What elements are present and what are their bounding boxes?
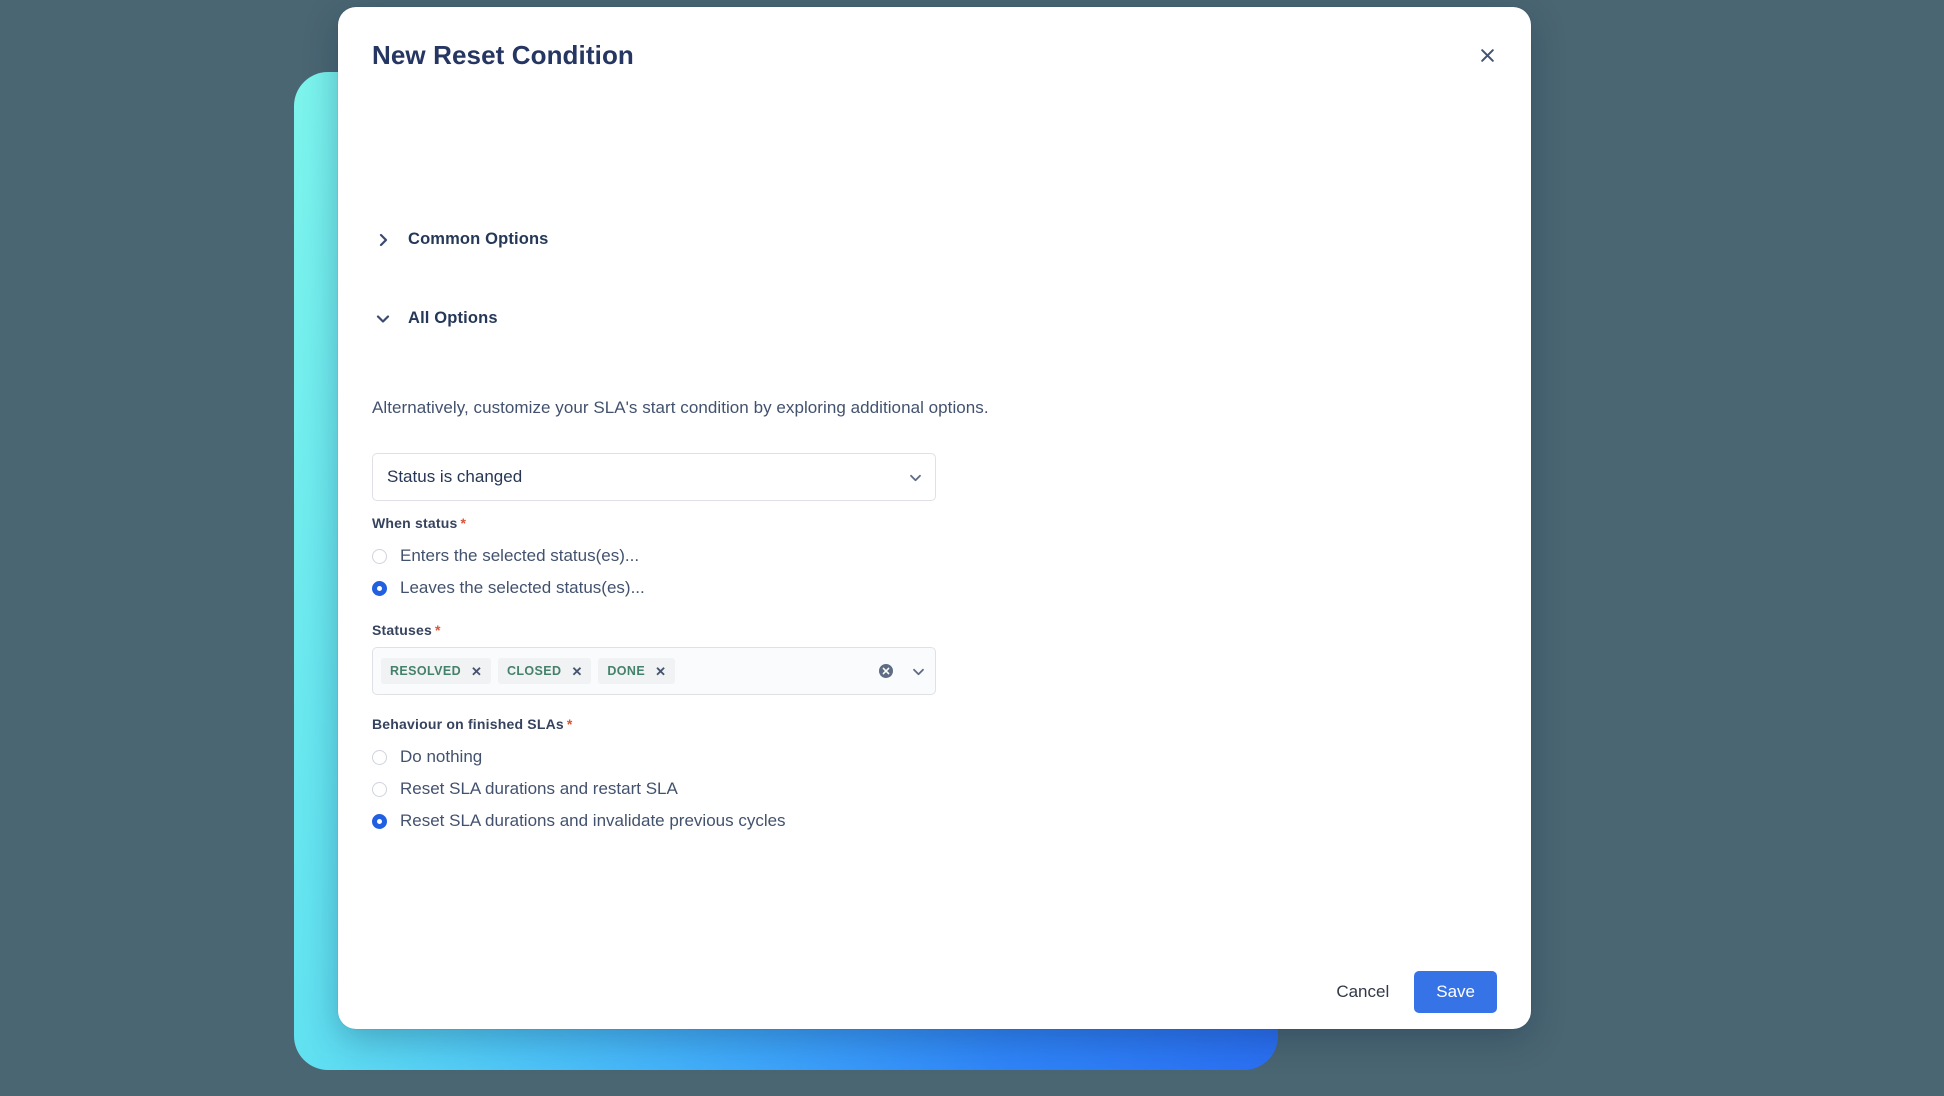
when-status-label: When status* bbox=[372, 515, 972, 531]
cancel-button[interactable]: Cancel bbox=[1323, 973, 1402, 1011]
section-title-all-options: All Options bbox=[408, 309, 498, 328]
status-tag: RESOLVED ✕ bbox=[381, 658, 491, 684]
radio-indicator-selected bbox=[372, 581, 387, 596]
chevron-right-icon bbox=[374, 231, 392, 249]
behaviour-label: Behaviour on finished SLAs* bbox=[372, 716, 1072, 732]
new-reset-condition-dialog: New Reset Condition Common Options bbox=[338, 7, 1531, 1029]
behaviour-label-text: Behaviour on finished SLAs bbox=[372, 716, 564, 732]
status-tag-remove-icon[interactable]: ✕ bbox=[653, 664, 668, 679]
status-tag: DONE ✕ bbox=[598, 658, 675, 684]
statuses-label: Statuses* bbox=[372, 622, 972, 638]
behaviour-field-group: Behaviour on finished SLAs* Do nothing R… bbox=[372, 716, 1072, 837]
radio-label: Do nothing bbox=[400, 747, 482, 767]
chevron-down-icon bbox=[374, 310, 392, 328]
chevron-down-icon bbox=[895, 473, 935, 482]
radio-behaviour-do-nothing[interactable]: Do nothing bbox=[372, 741, 1072, 773]
status-tag-label: DONE bbox=[607, 664, 645, 678]
condition-select[interactable]: Status is changed bbox=[372, 453, 936, 501]
dialog-body: Common Options All Options Alternatively… bbox=[338, 103, 1531, 955]
page-title: New Reset Condition bbox=[372, 40, 634, 71]
statuses-label-text: Statuses bbox=[372, 622, 432, 638]
status-tag-label: CLOSED bbox=[507, 664, 562, 678]
radio-label: Leaves the selected status(es)... bbox=[400, 578, 645, 598]
radio-label: Reset SLA durations and invalidate previ… bbox=[400, 811, 786, 831]
close-icon bbox=[1479, 45, 1496, 69]
radio-label: Enters the selected status(es)... bbox=[400, 546, 639, 566]
statuses-field-group: Statuses* RESOLVED ✕ CLOSED ✕ DONE ✕ bbox=[372, 622, 972, 695]
status-tag-remove-icon[interactable]: ✕ bbox=[469, 664, 484, 679]
status-tag: CLOSED ✕ bbox=[498, 658, 591, 684]
radio-behaviour-reset-restart[interactable]: Reset SLA durations and restart SLA bbox=[372, 773, 1072, 805]
when-status-field-group: When status* Enters the selected status(… bbox=[372, 515, 972, 604]
radio-when-status-enters[interactable]: Enters the selected status(es)... bbox=[372, 540, 972, 572]
radio-label: Reset SLA durations and restart SLA bbox=[400, 779, 678, 799]
save-button[interactable]: Save bbox=[1414, 971, 1497, 1013]
status-tag-list: RESOLVED ✕ CLOSED ✕ DONE ✕ bbox=[381, 658, 871, 684]
dialog-header: New Reset Condition bbox=[338, 7, 1531, 103]
helper-text: Alternatively, customize your SLA's star… bbox=[372, 398, 989, 418]
radio-when-status-leaves[interactable]: Leaves the selected status(es)... bbox=[372, 572, 972, 604]
required-marker: * bbox=[435, 622, 441, 638]
status-tag-remove-icon[interactable]: ✕ bbox=[569, 664, 584, 679]
chevron-down-icon[interactable] bbox=[901, 667, 935, 676]
close-button[interactable] bbox=[1467, 37, 1507, 77]
radio-indicator bbox=[372, 549, 387, 564]
dialog-footer: Cancel Save bbox=[338, 955, 1531, 1029]
status-tag-label: RESOLVED bbox=[390, 664, 461, 678]
when-status-label-text: When status bbox=[372, 515, 457, 531]
required-marker: * bbox=[567, 716, 573, 732]
radio-indicator bbox=[372, 782, 387, 797]
radio-behaviour-reset-invalidate[interactable]: Reset SLA durations and invalidate previ… bbox=[372, 805, 1072, 837]
section-header-all-options[interactable]: All Options bbox=[372, 305, 500, 332]
section-header-common-options[interactable]: Common Options bbox=[372, 226, 551, 253]
clear-all-icon[interactable] bbox=[871, 663, 901, 679]
statuses-multiselect[interactable]: RESOLVED ✕ CLOSED ✕ DONE ✕ bbox=[372, 647, 936, 695]
required-marker: * bbox=[460, 515, 466, 531]
condition-select-value: Status is changed bbox=[373, 467, 895, 487]
section-title-common-options: Common Options bbox=[408, 230, 549, 249]
radio-indicator bbox=[372, 750, 387, 765]
radio-indicator-selected bbox=[372, 814, 387, 829]
